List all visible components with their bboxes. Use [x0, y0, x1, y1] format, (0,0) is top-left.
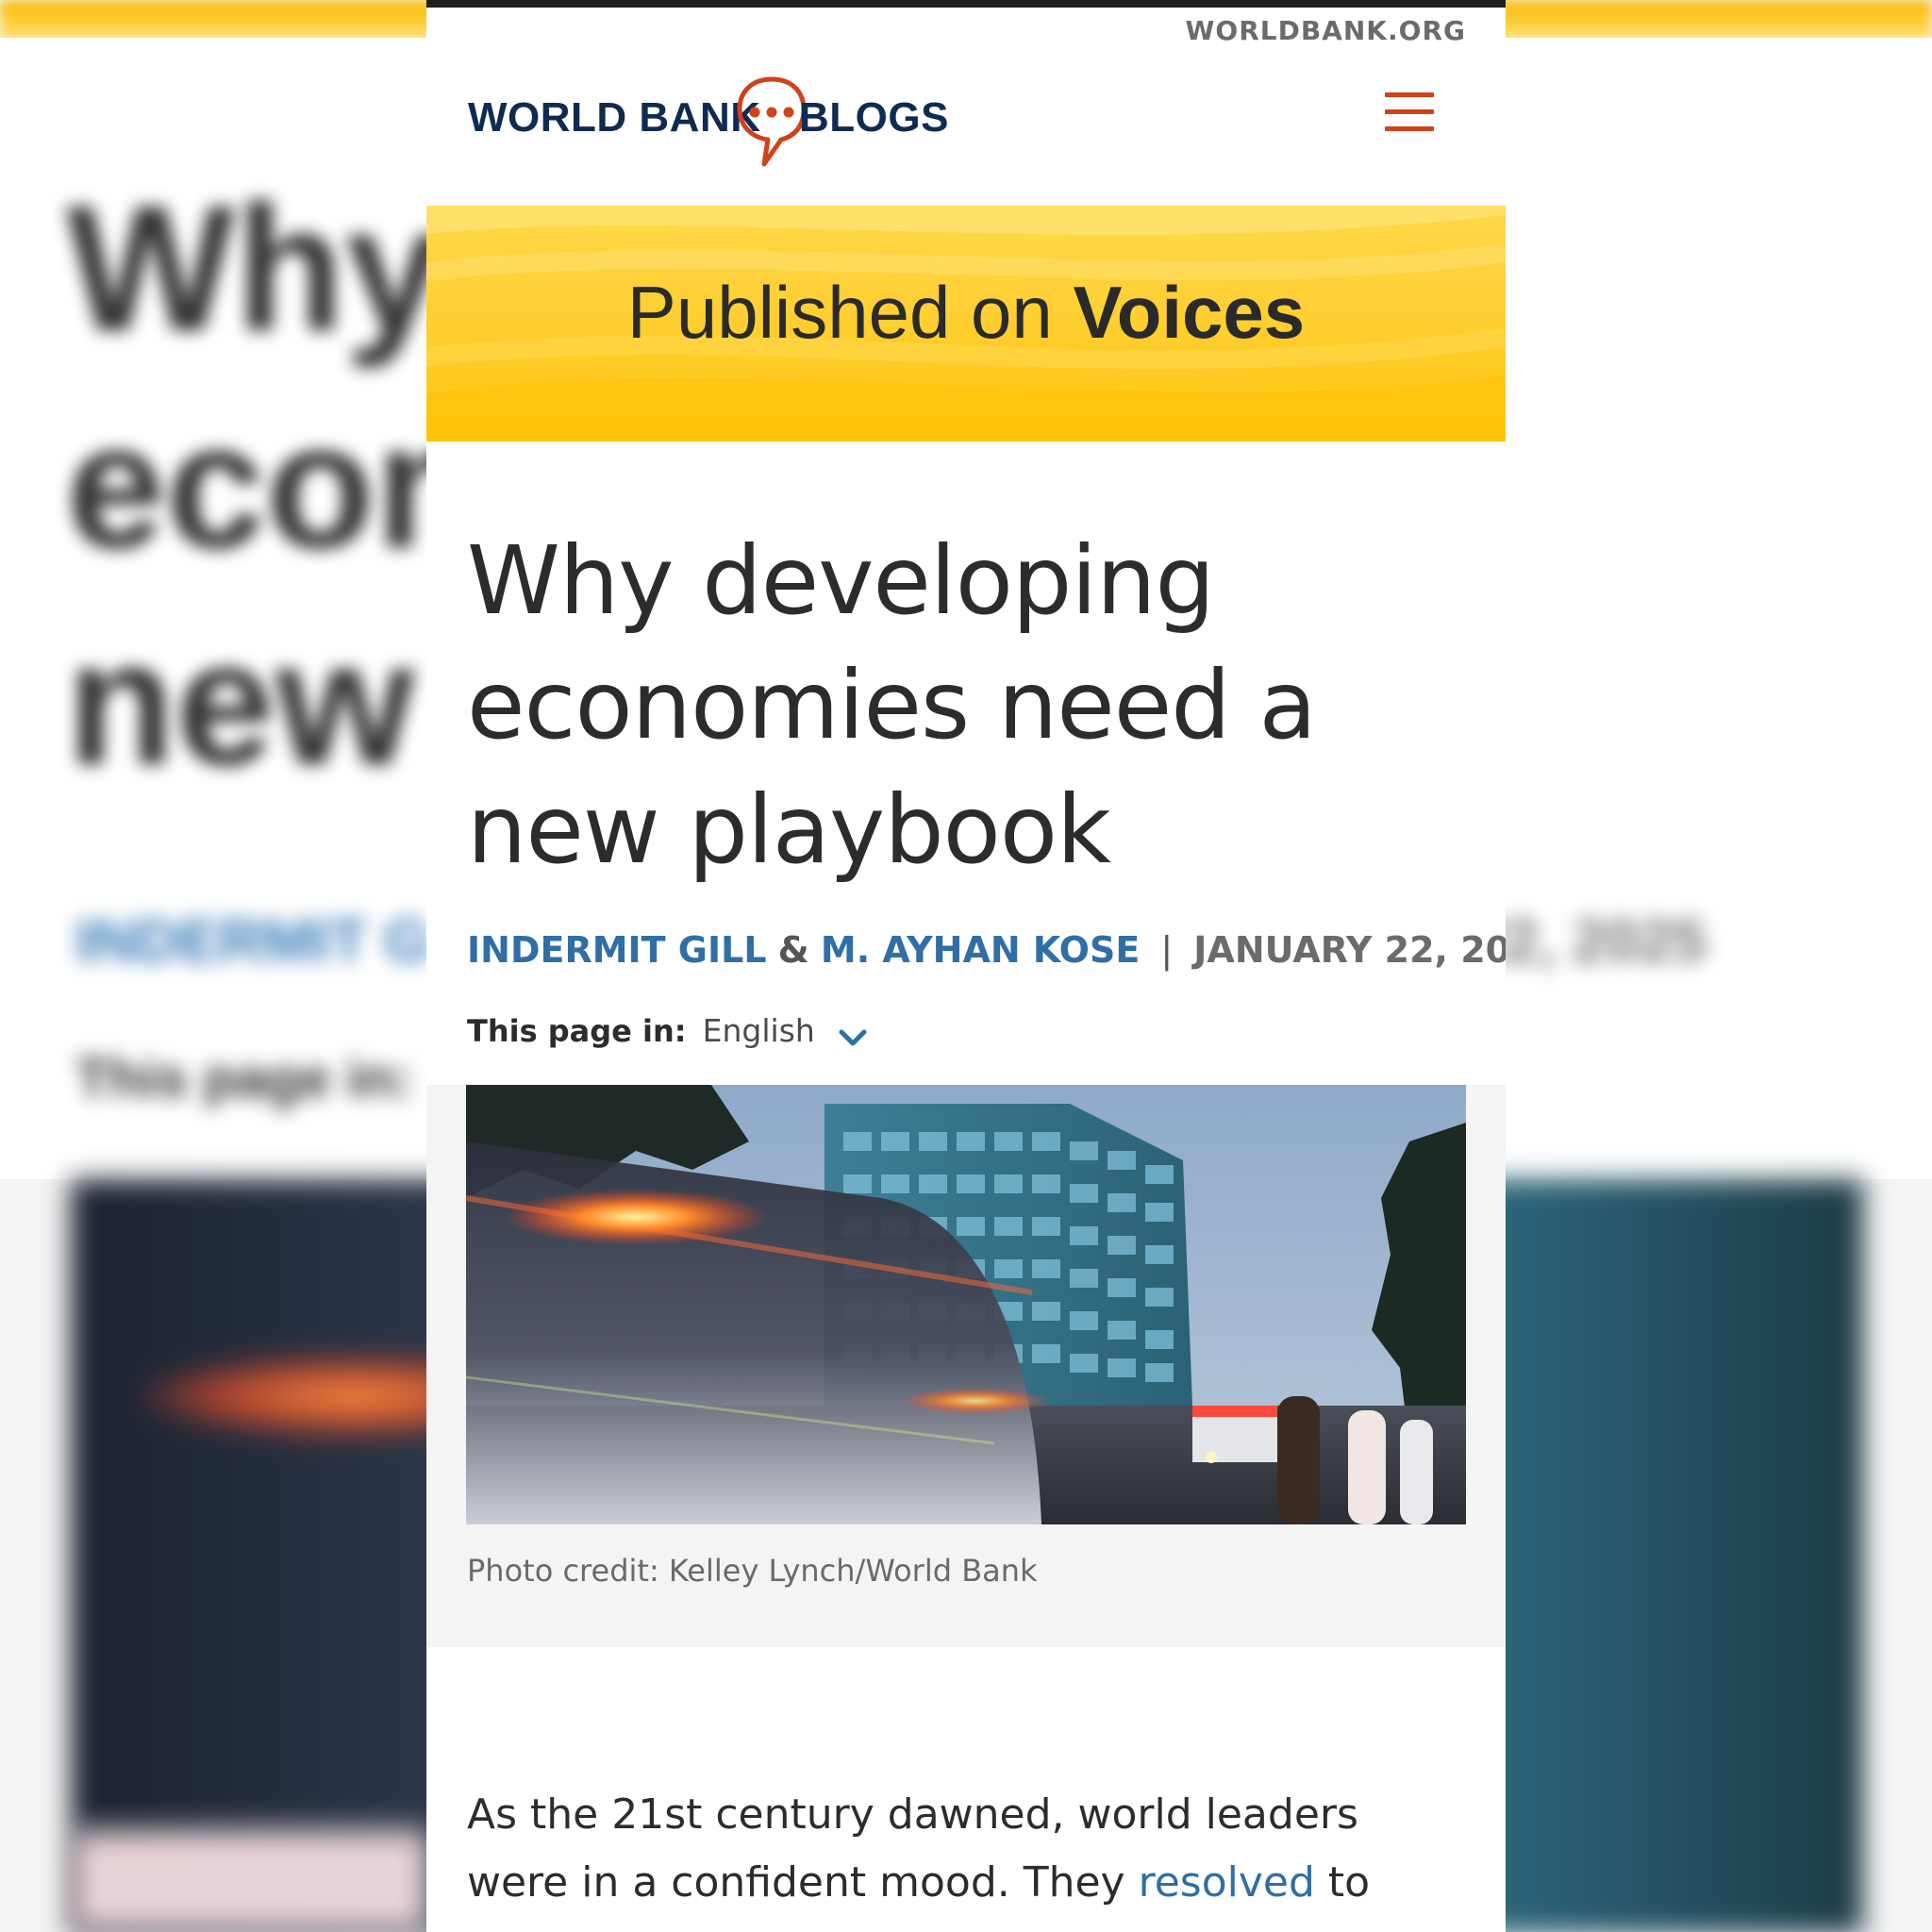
featured-photo [466, 1085, 1466, 1524]
banner-heading: Published on Voices [426, 270, 1506, 356]
page-card: WORLDBANK.ORG WORLD BANK BLOGS Published… [426, 0, 1506, 1932]
featured-image-section: Photo credit: Kelley Lynch/World Bank [426, 1085, 1506, 1647]
hamburger-icon-bar [1385, 126, 1434, 131]
backdrop-photo-strip [71, 1830, 429, 1932]
language-dropdown[interactable]: English [703, 1012, 867, 1049]
published-on-banner[interactable]: Published on Voices [426, 206, 1506, 441]
logo-text-blogs: BLOGS [799, 94, 949, 141]
byline-divider: | [1160, 929, 1174, 971]
banner-prefix: Published on [626, 271, 1053, 354]
backdrop-author: INDERMIT G [75, 907, 431, 974]
speech-bubble-icon [737, 76, 807, 167]
hamburger-icon-bar [1385, 109, 1434, 114]
chevron-down-icon [839, 1029, 867, 1045]
backdrop-title: Why econ new [66, 169, 485, 803]
author-link[interactable]: M. AYHAN KOSE [821, 929, 1140, 971]
language-value: English [702, 1012, 815, 1049]
author-separator: & [777, 929, 809, 971]
backdrop-language-label: This page in: [75, 1048, 413, 1109]
worldbank-org-link[interactable]: WORLDBANK.ORG [1186, 15, 1466, 46]
photo-credit: Photo credit: Kelley Lynch/World Bank [467, 1553, 1038, 1589]
banner-blog-name: Voices [1073, 271, 1306, 354]
resolved-link[interactable]: resolved [1139, 1858, 1315, 1907]
language-label: This page in: [467, 1013, 687, 1049]
logo-text-world-bank: WORLD BANK [468, 94, 761, 141]
menu-button[interactable] [1385, 92, 1434, 136]
article-body-paragraph: As the 21st century dawned, world leader… [467, 1781, 1467, 1917]
language-selector-row: This page in: English [467, 1012, 867, 1049]
top-border [426, 0, 1506, 8]
author-link[interactable]: INDERMIT GILL [467, 929, 767, 971]
article-title: Why developing economies need a new play… [467, 525, 1317, 885]
body-text-end: to [1314, 1858, 1371, 1907]
hamburger-icon-bar [1385, 92, 1434, 97]
backdrop-date: 22, 2025 [1472, 907, 1707, 974]
world-bank-blogs-logo[interactable]: WORLD BANK BLOGS [468, 74, 958, 177]
publish-date: JANUARY 22, 2025 [1193, 929, 1506, 971]
byline: INDERMIT GILL & M. AYHAN KOSE | JANUARY … [467, 929, 1506, 971]
